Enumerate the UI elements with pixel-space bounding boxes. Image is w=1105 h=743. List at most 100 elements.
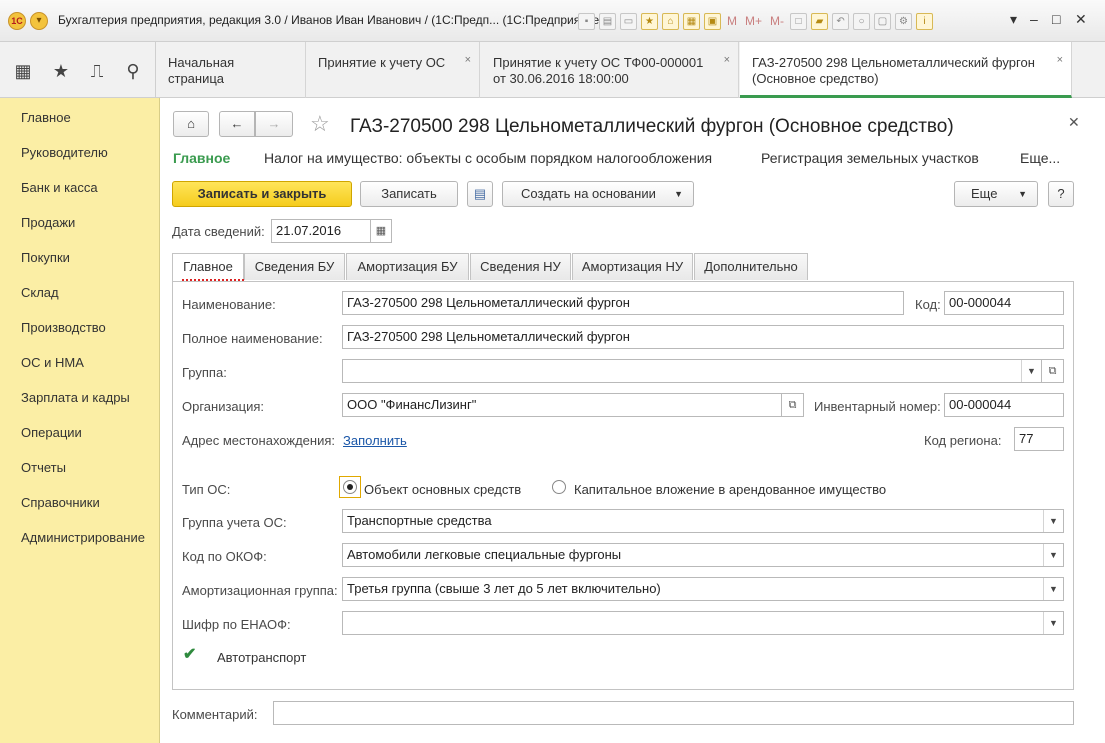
save-and-close-button[interactable]: Записать и закрыть [172, 181, 352, 207]
open-windows-bar: ▦ ★ ⎍ ⚲ Начальная страница Принятие к уч… [0, 42, 1105, 98]
home-button[interactable]: ⌂ [173, 111, 209, 137]
chevron-down-icon[interactable]: ▼ [1043, 612, 1063, 634]
calculator-icon[interactable]: ▦ [683, 12, 700, 30]
help-button[interactable]: ? [1048, 181, 1074, 207]
tab-main[interactable]: Главное [172, 253, 244, 282]
tab-fixed-asset[interactable]: ГАЗ-270500 298 Цельнометаллический фурго… [740, 42, 1072, 98]
print-icon[interactable]: ▤ [599, 12, 616, 30]
radio-capital-investment[interactable] [552, 480, 566, 494]
organization-field[interactable]: ООО "ФинансЛизинг" [342, 393, 782, 417]
sidebar-item-admin[interactable]: Администрирование [21, 530, 145, 545]
close-icon[interactable]: × [465, 52, 471, 68]
save-icon[interactable]: ▪ [578, 12, 595, 30]
chevron-down-icon[interactable]: ▼ [1043, 578, 1063, 600]
enaof-field[interactable]: ▼ [342, 611, 1064, 635]
sidebar-item-main[interactable]: Главное [21, 110, 71, 125]
memory-m-button[interactable]: M [725, 14, 739, 28]
maximize-button[interactable]: □ [1052, 11, 1060, 27]
okof-field[interactable]: Автомобили легковые специальные фургоны … [342, 543, 1064, 567]
sidebar-item-catalogs[interactable]: Справочники [21, 495, 100, 510]
subnav-more[interactable]: Еще... [1020, 150, 1060, 166]
sidebar-item-manager[interactable]: Руководителю [21, 145, 108, 160]
settings-icon[interactable]: ⚙ [895, 12, 913, 30]
sidebar-item-bank[interactable]: Банк и касса [21, 180, 98, 195]
calendar-button[interactable]: ▦ [370, 219, 392, 243]
close-form-icon[interactable]: ✕ [1068, 114, 1080, 131]
sidebar-item-operations[interactable]: Операции [21, 425, 82, 440]
report-button[interactable]: ▤ [467, 181, 493, 207]
sidebar-item-reports[interactable]: Отчеты [21, 460, 66, 475]
open-folder-icon[interactable]: ▰ [811, 12, 829, 30]
tab-additional[interactable]: Дополнительно [694, 253, 808, 280]
fill-address-link[interactable]: Заполнить [343, 433, 407, 448]
windows-icon[interactable]: ▢ [874, 12, 892, 30]
info-icon[interactable]: i [916, 12, 934, 30]
name-field[interactable]: ГАЗ-270500 298 Цельнометаллический фурго… [342, 291, 904, 315]
chevron-down-icon[interactable]: ▼ [1021, 360, 1041, 382]
save-button[interactable]: Записать [360, 181, 458, 207]
radio-fixed-asset[interactable] [343, 480, 357, 494]
favorite-star-icon[interactable]: ☆ [310, 111, 330, 137]
title-bar: 1C ▾ Бухгалтерия предприятия, редакция 3… [0, 0, 1105, 42]
history-icon[interactable]: ⌂ [662, 12, 679, 30]
favorites-icon[interactable]: ★ [641, 12, 658, 30]
memory-minus-button[interactable]: M- [768, 14, 786, 28]
close-icon[interactable]: × [724, 52, 730, 68]
radio-capital-investment-label[interactable]: Капитальное вложение в арендованное имущ… [574, 482, 886, 497]
region-code-field[interactable]: 77 [1014, 427, 1064, 451]
tab-os-acceptance-list[interactable]: Принятие к учету ОС × [306, 42, 480, 98]
sidebar-item-purchases[interactable]: Покупки [21, 250, 70, 265]
tab-tax-info[interactable]: Сведения НУ [470, 253, 571, 280]
memory-plus-button[interactable]: M+ [743, 14, 764, 28]
subnav-main[interactable]: Главное [173, 150, 230, 166]
sections-grid-icon[interactable]: ▦ [12, 60, 34, 82]
search-icon[interactable]: ⚲ [122, 60, 144, 82]
search-icon[interactable]: ○ [853, 12, 871, 30]
star-icon[interactable]: ★ [50, 60, 72, 82]
app-logo-icon[interactable]: 1C [8, 12, 26, 30]
create-based-on-button[interactable]: Создать на основании ▼ [502, 181, 694, 207]
open-group-button[interactable]: ⧉ [1042, 359, 1064, 383]
tab-accounting-info[interactable]: Сведения БУ [244, 253, 345, 280]
code-field[interactable]: 00-000044 [944, 291, 1064, 315]
close-icon[interactable]: × [1057, 52, 1063, 68]
vehicle-checkbox[interactable]: ✔ [183, 644, 196, 664]
date-field[interactable]: 21.07.2016 [271, 219, 371, 243]
sidebar-item-production[interactable]: Производство [21, 320, 106, 335]
calendar-icon[interactable]: ▣ [704, 12, 721, 30]
enaof-label: Шифр по ЕНАОФ: [182, 617, 291, 632]
inventory-number-field[interactable]: 00-000044 [944, 393, 1064, 417]
subnav-land-registration[interactable]: Регистрация земельных участков [761, 150, 979, 166]
tab-os-acceptance-doc[interactable]: Принятие к учету ОС ТФ00-000001 от 30.06… [481, 42, 739, 98]
back-arrow-icon[interactable]: ↶ [832, 12, 850, 30]
radio-fixed-asset-label[interactable]: Объект основных средств [364, 482, 521, 497]
vehicle-checkbox-label[interactable]: Автотранспорт [217, 650, 306, 665]
sidebar-item-sales[interactable]: Продажи [21, 215, 75, 230]
group-field[interactable]: ▼ [342, 359, 1042, 383]
history-icon[interactable]: ⎍ [86, 60, 108, 82]
sidebar-item-salary[interactable]: Зарплата и кадры [21, 390, 130, 405]
dropdown-chevron-icon[interactable]: ▾ [1010, 11, 1017, 28]
comment-field[interactable] [273, 701, 1074, 725]
sidebar-item-fixed-assets[interactable]: ОС и НМА [21, 355, 84, 370]
sidebar-item-warehouse[interactable]: Склад [21, 285, 59, 300]
date-label: Дата сведений: [172, 224, 265, 239]
minimize-button[interactable]: – [1030, 11, 1038, 27]
main-menu-icon[interactable]: ▾ [30, 12, 48, 30]
subnav-property-tax[interactable]: Налог на имущество: объекты с особым пор… [264, 150, 712, 166]
tab-accounting-depreciation[interactable]: Амортизация БУ [346, 253, 469, 280]
new-doc-icon[interactable]: □ [790, 12, 808, 30]
open-organization-button[interactable]: ⧉ [782, 393, 804, 417]
more-button[interactable]: Еще ▼ [954, 181, 1038, 207]
chevron-down-icon[interactable]: ▼ [1043, 510, 1063, 532]
fullname-field[interactable]: ГАЗ-270500 298 Цельнометаллический фурго… [342, 325, 1064, 349]
accounting-group-field[interactable]: Транспортные средства ▼ [342, 509, 1064, 533]
tab-tax-depreciation[interactable]: Амортизация НУ [572, 253, 693, 280]
tab-start-page[interactable]: Начальная страница [156, 42, 306, 98]
back-button[interactable]: ← [219, 111, 255, 137]
chevron-down-icon[interactable]: ▼ [1043, 544, 1063, 566]
close-window-button[interactable]: ✕ [1075, 11, 1087, 28]
forward-button[interactable]: → [255, 111, 293, 137]
preview-icon[interactable]: ▭ [620, 12, 637, 30]
depreciation-group-field[interactable]: Третья группа (свыше 3 лет до 5 лет вклю… [342, 577, 1064, 601]
